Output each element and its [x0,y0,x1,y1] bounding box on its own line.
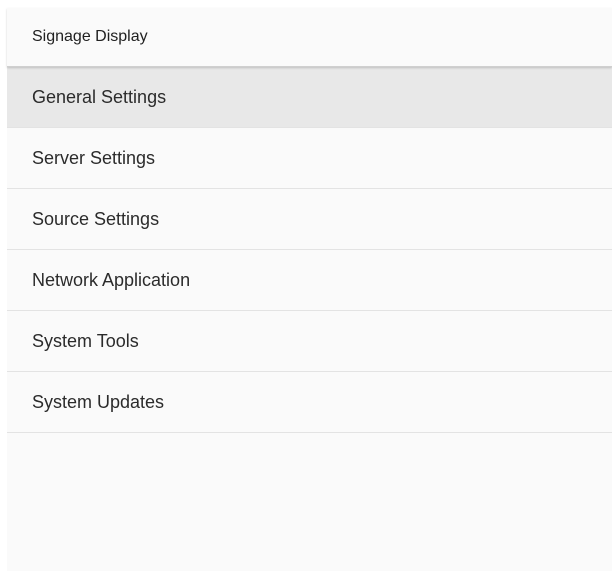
settings-menu: General Settings Server Settings Source … [7,67,612,433]
menu-item-server-settings[interactable]: Server Settings [7,128,612,189]
menu-item-label: System Updates [32,391,165,412]
menu-item-system-tools[interactable]: System Tools [7,311,612,372]
menu-item-source-settings[interactable]: Source Settings [7,189,612,250]
menu-item-network-application[interactable]: Network Application [7,250,612,311]
settings-panel: Signage Display General Settings Server … [7,8,612,571]
menu-item-system-updates[interactable]: System Updates [7,372,612,433]
menu-item-label: Server Settings [32,147,156,168]
app-bar: Signage Display [7,8,612,67]
menu-item-label: General Settings [32,86,167,107]
menu-item-label: System Tools [32,330,139,351]
menu-item-general-settings[interactable]: General Settings [7,67,612,128]
app-title: Signage Display [32,28,148,45]
menu-item-label: Network Application [32,269,191,290]
menu-item-label: Source Settings [32,208,160,229]
